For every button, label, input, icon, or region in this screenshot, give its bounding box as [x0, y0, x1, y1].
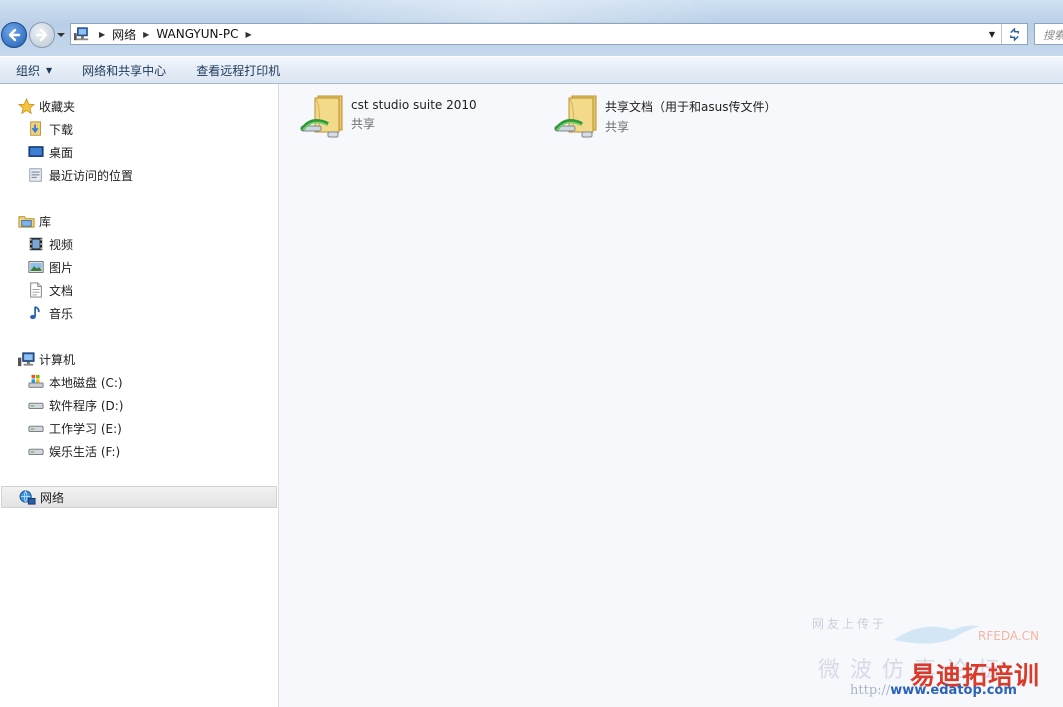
- share-status: 共享: [351, 117, 376, 131]
- nav-item-label: 图片: [49, 260, 74, 275]
- computer-icon: [17, 350, 35, 368]
- address-bar[interactable]: ▶ 网络 ▶ WANGYUN-PC ▶ ▼: [70, 23, 1028, 45]
- music-note-icon: [27, 304, 45, 322]
- nav-computer[interactable]: 计算机: [17, 349, 75, 369]
- window-titlebar: ▶ 网络 ▶ WANGYUN-PC ▶ ▼ 搜索: [0, 0, 1063, 56]
- network-center-label: 网络和共享中心: [82, 63, 167, 78]
- nav-item-label: 本地磁盘 (C:): [49, 375, 123, 390]
- breadcrumb-separator[interactable]: ▶: [99, 30, 105, 39]
- hard-drive-icon: [27, 419, 45, 437]
- nav-network[interactable]: 网络: [1, 486, 277, 508]
- nav-item-desktop[interactable]: 桌面: [27, 142, 73, 162]
- nav-libraries[interactable]: 库: [17, 211, 51, 231]
- refresh-icon: [1010, 27, 1019, 41]
- network-center-button[interactable]: 网络和共享中心: [66, 62, 166, 79]
- hard-drive-icon: [27, 396, 45, 414]
- share-name: cst studio suite 2010: [351, 98, 477, 112]
- nav-item-label: 娱乐生活 (F:): [49, 444, 121, 459]
- arrow-left-icon: [8, 28, 21, 42]
- nav-item-drive-d[interactable]: 软件程序 (D:): [27, 395, 123, 415]
- search-input[interactable]: 搜索: [1034, 23, 1063, 45]
- share-status: 共享: [605, 120, 630, 134]
- nav-item-documents[interactable]: 文档: [27, 280, 73, 300]
- downloads-folder-icon: [27, 120, 45, 138]
- network-globe-icon: [18, 488, 36, 506]
- breadcrumb-separator[interactable]: ▶: [245, 30, 251, 39]
- share-name: 共享文档（用于和asus传文件）: [605, 100, 777, 114]
- nav-item-downloads[interactable]: 下载: [27, 119, 73, 139]
- nav-item-label: 视频: [49, 237, 74, 252]
- recent-places-icon: [27, 166, 45, 184]
- content-pane: cst studio suite 2010 共享 共享文档（用于和asus传文件…: [280, 84, 1063, 707]
- organize-label: 组织: [16, 63, 41, 78]
- hard-drive-icon: [27, 442, 45, 460]
- nav-item-recent-places[interactable]: 最近访问的位置: [27, 165, 133, 185]
- shared-folder-icon: [298, 92, 346, 140]
- nav-item-label: 文档: [49, 283, 74, 298]
- share-item[interactable]: cst studio suite 2010 共享: [298, 92, 477, 140]
- network-computer-icon: [74, 25, 92, 43]
- view-printers-button[interactable]: 查看远程打印机: [180, 62, 280, 79]
- nav-item-label: 音乐: [49, 306, 74, 321]
- nav-item-pictures[interactable]: 图片: [27, 257, 73, 277]
- nav-libraries-label: 库: [39, 214, 52, 229]
- nav-item-label: 工作学习 (E:): [49, 421, 122, 436]
- history-dropdown-icon[interactable]: [56, 31, 66, 39]
- breadcrumb-network[interactable]: 网络: [112, 26, 136, 43]
- nav-item-drive-e[interactable]: 工作学习 (E:): [27, 418, 122, 438]
- desktop-icon: [27, 143, 45, 161]
- library-icon: [17, 212, 35, 230]
- organize-menu[interactable]: 组织 ▼: [0, 62, 52, 79]
- breadcrumb-computer[interactable]: WANGYUN-PC: [156, 27, 238, 41]
- picture-icon: [27, 258, 45, 276]
- arrow-right-icon: [35, 28, 48, 42]
- command-bar: 组织 ▼ 网络和共享中心 查看远程打印机: [0, 56, 1063, 84]
- nav-item-label: 最近访问的位置: [49, 168, 134, 183]
- nav-item-label: 软件程序 (D:): [49, 398, 124, 413]
- nav-item-music[interactable]: 音乐: [27, 303, 73, 323]
- nav-item-drive-c[interactable]: 本地磁盘 (C:): [27, 372, 123, 392]
- shared-folder-icon: [552, 92, 600, 140]
- video-icon: [27, 235, 45, 253]
- share-item[interactable]: 共享文档（用于和asus传文件） 共享: [552, 92, 776, 140]
- nav-item-drive-f[interactable]: 娱乐生活 (F:): [27, 441, 120, 461]
- breadcrumb-separator[interactable]: ▶: [143, 30, 149, 39]
- star-icon: [17, 97, 35, 115]
- nav-favorites[interactable]: 收藏夹: [17, 96, 75, 116]
- nav-favorites-label: 收藏夹: [39, 99, 76, 114]
- view-printers-label: 查看远程打印机: [196, 63, 281, 78]
- forward-button[interactable]: [29, 22, 55, 48]
- nav-item-videos[interactable]: 视频: [27, 234, 73, 254]
- navigation-pane: 收藏夹 下载 桌面 最近访问的位置 库 视频 图片 文档 音乐 计算机 本地磁盘…: [0, 84, 279, 707]
- nav-item-label: 桌面: [49, 145, 74, 160]
- nav-item-label: 下载: [49, 122, 74, 137]
- address-dropdown-icon[interactable]: ▼: [983, 24, 1001, 44]
- nav-computer-label: 计算机: [39, 352, 76, 367]
- system-drive-icon: [27, 373, 45, 391]
- refresh-button[interactable]: [1001, 24, 1027, 44]
- back-button[interactable]: [1, 22, 27, 48]
- chevron-down-icon: ▼: [46, 65, 53, 75]
- nav-network-label: 网络: [40, 490, 65, 505]
- document-icon: [27, 281, 45, 299]
